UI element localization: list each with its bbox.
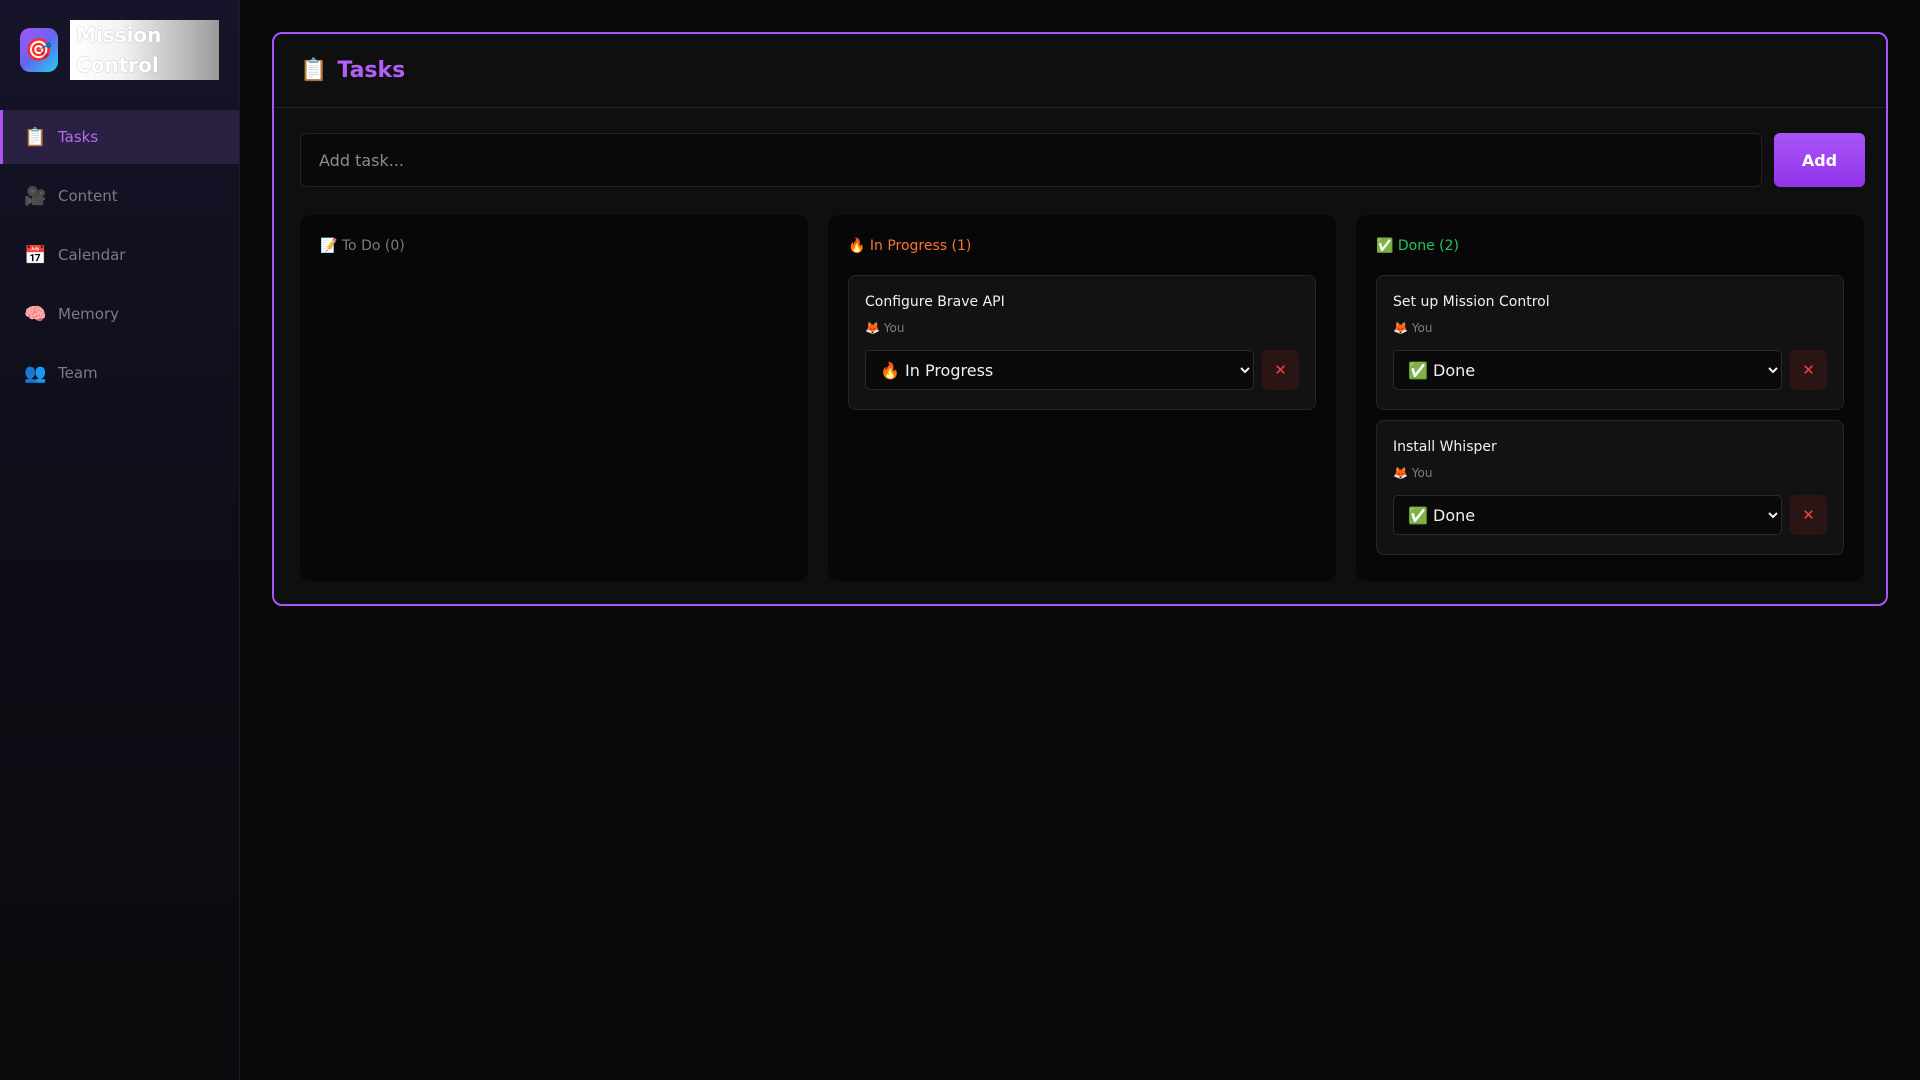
delete-task-button[interactable]: ✕ <box>1790 350 1827 390</box>
add-task-button[interactable]: Add <box>1774 133 1865 187</box>
task-owner: 🦊 You <box>865 321 905 335</box>
column-done: ✅ Done (2) Set up Mission Control 🦊 You … <box>1356 215 1864 581</box>
task-controls: ✅ Done ✕ <box>1393 350 1827 390</box>
sidebar-item-label: Calendar <box>58 246 126 264</box>
task-controls: ✅ Done ✕ <box>1393 495 1827 535</box>
clipboard-icon: 📋 <box>300 58 328 83</box>
sidebar-item-label: Team <box>58 364 98 382</box>
brain-icon: 🧠 <box>24 303 47 325</box>
panel-header: 📋 Tasks <box>274 34 1886 108</box>
task-controls: 🔥 In Progress ✕ <box>865 350 1299 390</box>
sidebar-item-team[interactable]: 👥 Team <box>0 346 239 400</box>
task-status-select[interactable]: ✅ Done <box>1393 495 1783 535</box>
sidebar-item-content[interactable]: 🎥 Content <box>0 169 239 223</box>
tasks-panel: 📋 Tasks Add 📝 To Do (0) 🔥 In Progress (1… <box>272 32 1888 606</box>
add-task-input[interactable] <box>300 133 1762 187</box>
sidebar-item-tasks[interactable]: 📋 Tasks <box>0 110 239 164</box>
task-title: Install Whisper <box>1393 439 1497 455</box>
brand: 🎯 Mission Control <box>20 20 219 80</box>
target-icon: 🎯 <box>20 28 58 72</box>
sidebar-nav: 📋 Tasks 🎥 Content 📅 Calendar 🧠 Memory 👥 … <box>0 110 239 405</box>
task-status-select[interactable]: 🔥 In Progress <box>865 350 1255 390</box>
sidebar-item-label: Content <box>58 187 118 205</box>
sidebar-item-calendar[interactable]: 📅 Calendar <box>0 228 239 282</box>
task-card: Configure Brave API 🦊 You 🔥 In Progress … <box>848 275 1316 410</box>
sidebar-item-label: Tasks <box>58 128 99 146</box>
sidebar-item-memory[interactable]: 🧠 Memory <box>0 287 239 341</box>
clipboard-icon: 📋 <box>24 126 47 148</box>
brand-title: Mission Control <box>70 20 219 80</box>
sidebar: 🎯 Mission Control 📋 Tasks 🎥 Content 📅 Ca… <box>0 0 240 1080</box>
task-title: Set up Mission Control <box>1393 294 1550 310</box>
delete-task-button[interactable]: ✕ <box>1790 495 1827 535</box>
page-title: Tasks <box>337 58 406 83</box>
column-in-progress: 🔥 In Progress (1) Configure Brave API 🦊 … <box>828 215 1336 581</box>
task-card: Set up Mission Control 🦊 You ✅ Done ✕ <box>1376 275 1844 410</box>
column-header-done: ✅ Done (2) <box>1376 238 1459 254</box>
sidebar-item-label: Memory <box>58 305 120 323</box>
task-owner: 🦊 You <box>1393 466 1433 480</box>
column-header-in-progress: 🔥 In Progress (1) <box>848 238 972 254</box>
calendar-icon: 📅 <box>24 244 47 266</box>
app-window: 🎯 Mission Control 📋 Tasks 🎥 Content 📅 Ca… <box>0 0 1920 1080</box>
task-title: Configure Brave API <box>865 294 1005 310</box>
delete-task-button[interactable]: ✕ <box>1262 350 1299 390</box>
task-owner: 🦊 You <box>1393 321 1433 335</box>
column-todo: 📝 To Do (0) <box>300 215 808 581</box>
kanban-board: 📝 To Do (0) 🔥 In Progress (1) Configure … <box>300 215 1864 581</box>
column-header-todo: 📝 To Do (0) <box>320 238 405 254</box>
add-task-row: Add <box>300 133 1865 187</box>
task-card: Install Whisper 🦊 You ✅ Done ✕ <box>1376 420 1844 555</box>
team-icon: 👥 <box>24 362 47 384</box>
video-camera-icon: 🎥 <box>24 185 47 207</box>
task-status-select[interactable]: ✅ Done <box>1393 350 1783 390</box>
